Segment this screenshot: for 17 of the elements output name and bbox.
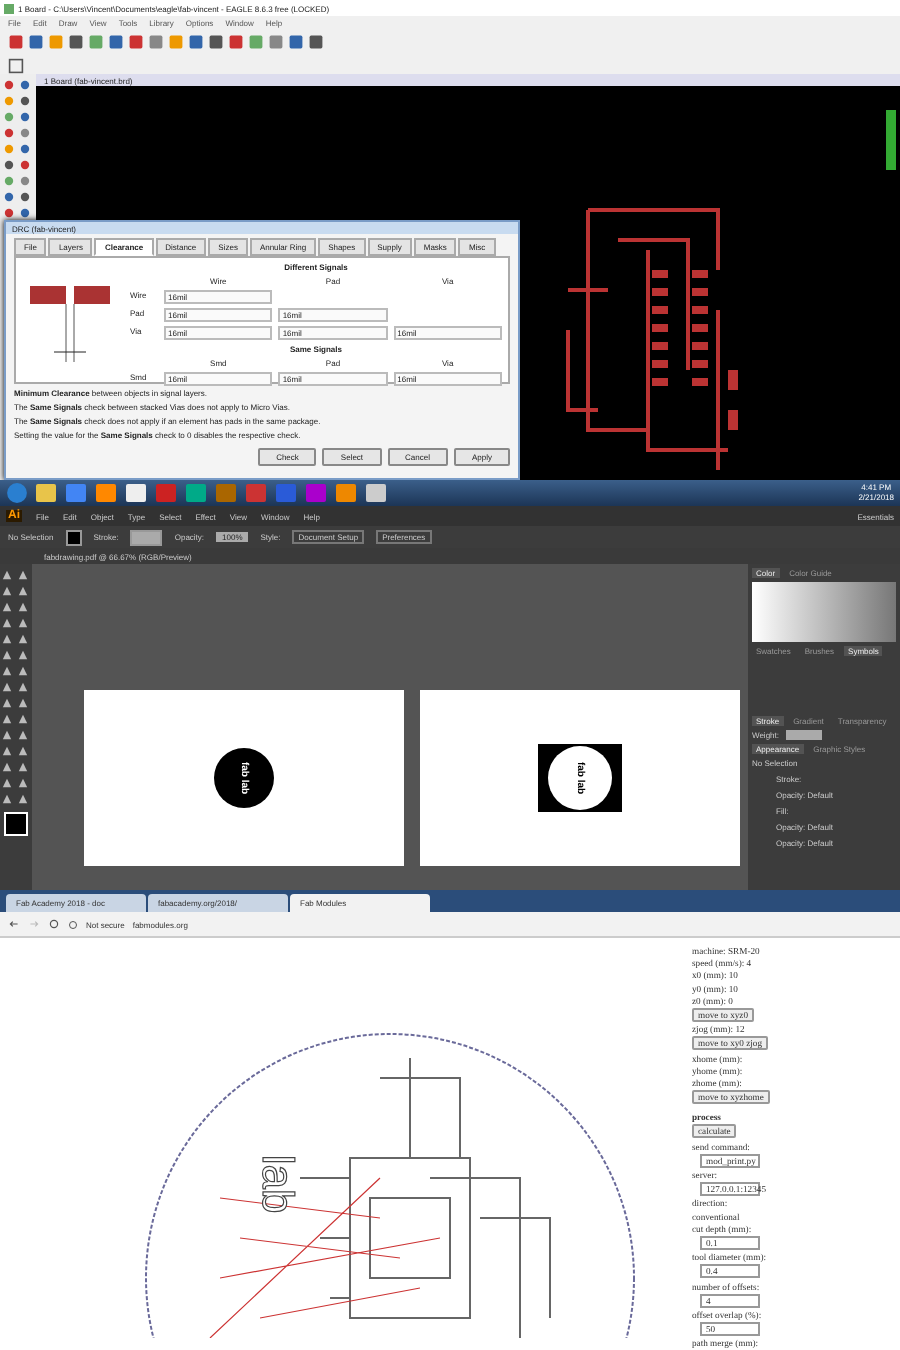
fill-stroke-icon[interactable] [4,812,28,836]
stroke-field[interactable] [130,529,163,545]
info-icon[interactable] [68,919,78,929]
fill-swatch[interactable] [65,529,82,545]
taskbar-app-icon[interactable] [334,482,358,504]
taskbar-app-icon[interactable] [124,482,148,504]
toolpath-text: lab [251,1154,304,1214]
grid-icon[interactable] [8,57,24,73]
taskbar-app-icon[interactable] [364,482,388,504]
start-button[interactable] [6,482,28,504]
board-icon [4,3,14,13]
taskbar-app-icon[interactable] [94,482,118,504]
weight-field[interactable] [785,730,821,740]
taskbar-app-icon[interactable] [34,482,58,504]
back-icon[interactable] [8,918,20,930]
color-spectrum[interactable] [752,582,896,642]
reload-icon[interactable] [48,918,60,930]
